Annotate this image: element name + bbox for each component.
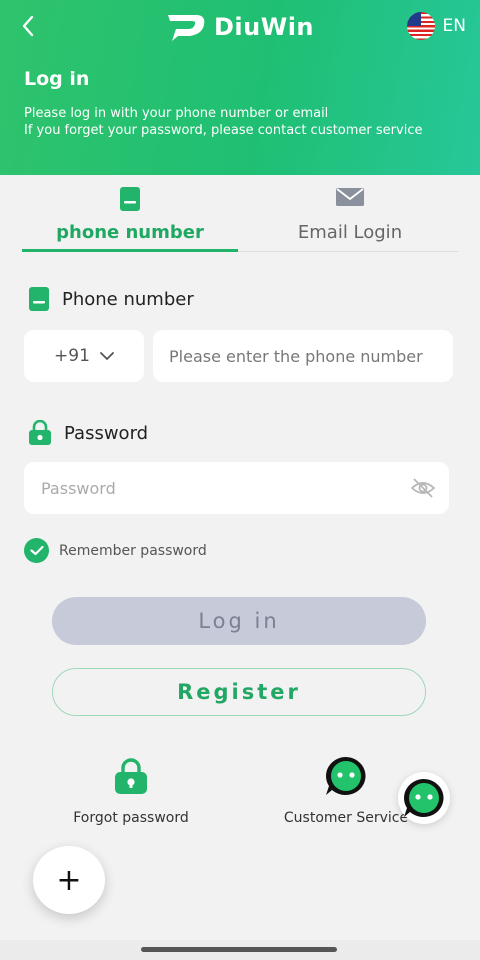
login-tabs: phone number Email Login <box>22 178 458 252</box>
chat-bubble-icon <box>404 779 444 817</box>
checkmark-icon[interactable] <box>24 538 49 563</box>
phone-label-text: Phone number <box>62 288 194 310</box>
us-flag-icon <box>406 12 435 40</box>
home-indicator[interactable] <box>141 947 337 952</box>
phone-number-input[interactable] <box>153 330 453 382</box>
phone-field-icon <box>29 287 49 311</box>
brand-logo: DiuWin <box>166 10 314 44</box>
password-label-text: Password <box>64 422 149 444</box>
password-label: Password <box>28 420 148 446</box>
register-button[interactable]: Register <box>52 668 426 716</box>
back-arrow-icon[interactable] <box>14 12 42 40</box>
chevron-down-icon <box>100 351 114 360</box>
language-code: EN <box>442 16 466 36</box>
tab-email-login[interactable]: Email Login <box>242 178 458 252</box>
tab-email-label: Email Login <box>297 222 403 243</box>
brand-name: DiuWin <box>214 13 315 41</box>
password-field <box>24 462 449 514</box>
subtitle-line-1: Please log in with your phone number or … <box>24 106 329 121</box>
remember-label: Remember password <box>59 542 207 559</box>
lock-icon <box>115 758 147 794</box>
tab-phone-number[interactable]: phone number <box>22 178 238 252</box>
forgot-password-label: Forgot password <box>73 810 189 826</box>
login-button[interactable]: Log in <box>52 597 426 645</box>
tab-phone-label: phone number <box>56 222 204 243</box>
lock-icon <box>29 420 51 445</box>
brand-mark-icon <box>168 15 205 41</box>
page-title: Log in <box>24 68 90 90</box>
plus-fab-button[interactable]: + <box>33 846 105 914</box>
country-code-select[interactable]: +91 <box>24 330 144 382</box>
floating-chat-button[interactable] <box>398 772 450 824</box>
eye-hidden-icon[interactable] <box>411 477 435 499</box>
subtitle-line-2: If you forget your password, please cont… <box>24 123 423 138</box>
remember-password[interactable]: Remember password <box>24 538 207 563</box>
country-code-value: +91 <box>54 346 90 366</box>
phone-icon <box>120 187 140 211</box>
customer-service-label: Customer Service <box>283 810 409 826</box>
envelope-icon <box>336 188 364 206</box>
forgot-password-link[interactable]: Forgot password <box>51 754 211 826</box>
header: DiuWin EN Log in Please log in with your… <box>0 0 480 175</box>
language-selector[interactable]: EN <box>406 12 466 40</box>
phone-label: Phone number <box>28 286 194 312</box>
password-input[interactable] <box>24 462 394 514</box>
chat-bubble-icon <box>326 757 366 795</box>
